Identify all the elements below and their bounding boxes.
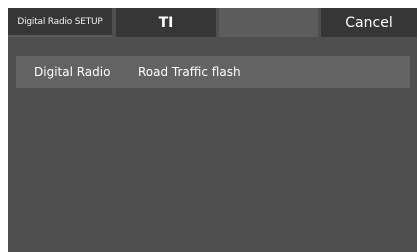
settings-row-label: Digital Radio xyxy=(34,65,111,79)
cancel-button[interactable]: Cancel xyxy=(321,8,417,37)
cancel-label: Cancel xyxy=(345,14,393,31)
top-bar: Digital Radio SETUP TI Cancel xyxy=(8,8,417,39)
setup-title-label: Digital Radio SETUP xyxy=(17,16,103,27)
setup-screen: Digital Radio SETUP TI Cancel Digital Ra… xyxy=(8,8,417,252)
blank-button xyxy=(219,8,318,37)
ti-label: TI xyxy=(158,14,174,31)
settings-row-road-traffic-flash[interactable]: Digital Radio Road Traffic flash xyxy=(16,56,410,88)
ti-button[interactable]: TI xyxy=(116,8,216,37)
settings-row-value: Road Traffic flash xyxy=(138,65,241,79)
setup-title-tab[interactable]: Digital Radio SETUP xyxy=(8,8,112,37)
